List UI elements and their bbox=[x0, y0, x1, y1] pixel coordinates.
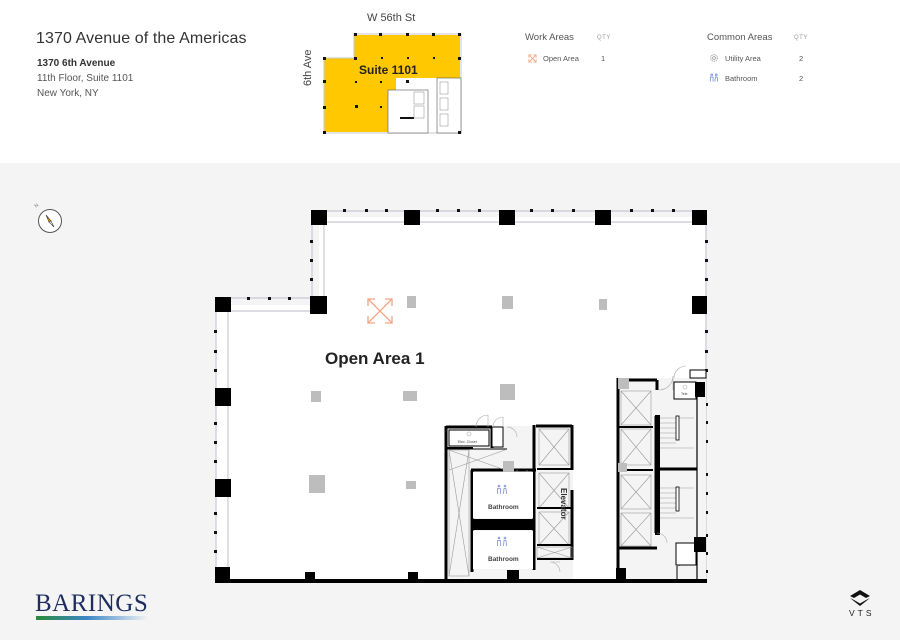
open-area-label[interactable]: Open Area 1 bbox=[325, 349, 425, 369]
vts-logo: VTS bbox=[849, 608, 875, 618]
barings-logo-swoosh bbox=[36, 616, 148, 620]
elec-closet-label: Elec. Closet bbox=[458, 440, 477, 444]
south-wall bbox=[215, 579, 707, 583]
floor-plan-drawing bbox=[214, 209, 708, 583]
core-east bbox=[616, 365, 707, 580]
elevator-label: Elevator bbox=[559, 488, 568, 520]
bathroom-icon bbox=[495, 535, 509, 549]
bathroom-icon bbox=[495, 483, 509, 497]
barings-logo: BARINGS bbox=[35, 590, 149, 617]
bathroom-2-label[interactable]: Bathroom bbox=[488, 556, 519, 563]
bathroom-1-label[interactable]: Bathroom bbox=[488, 504, 519, 511]
tele-label: Tele. bbox=[681, 392, 689, 396]
